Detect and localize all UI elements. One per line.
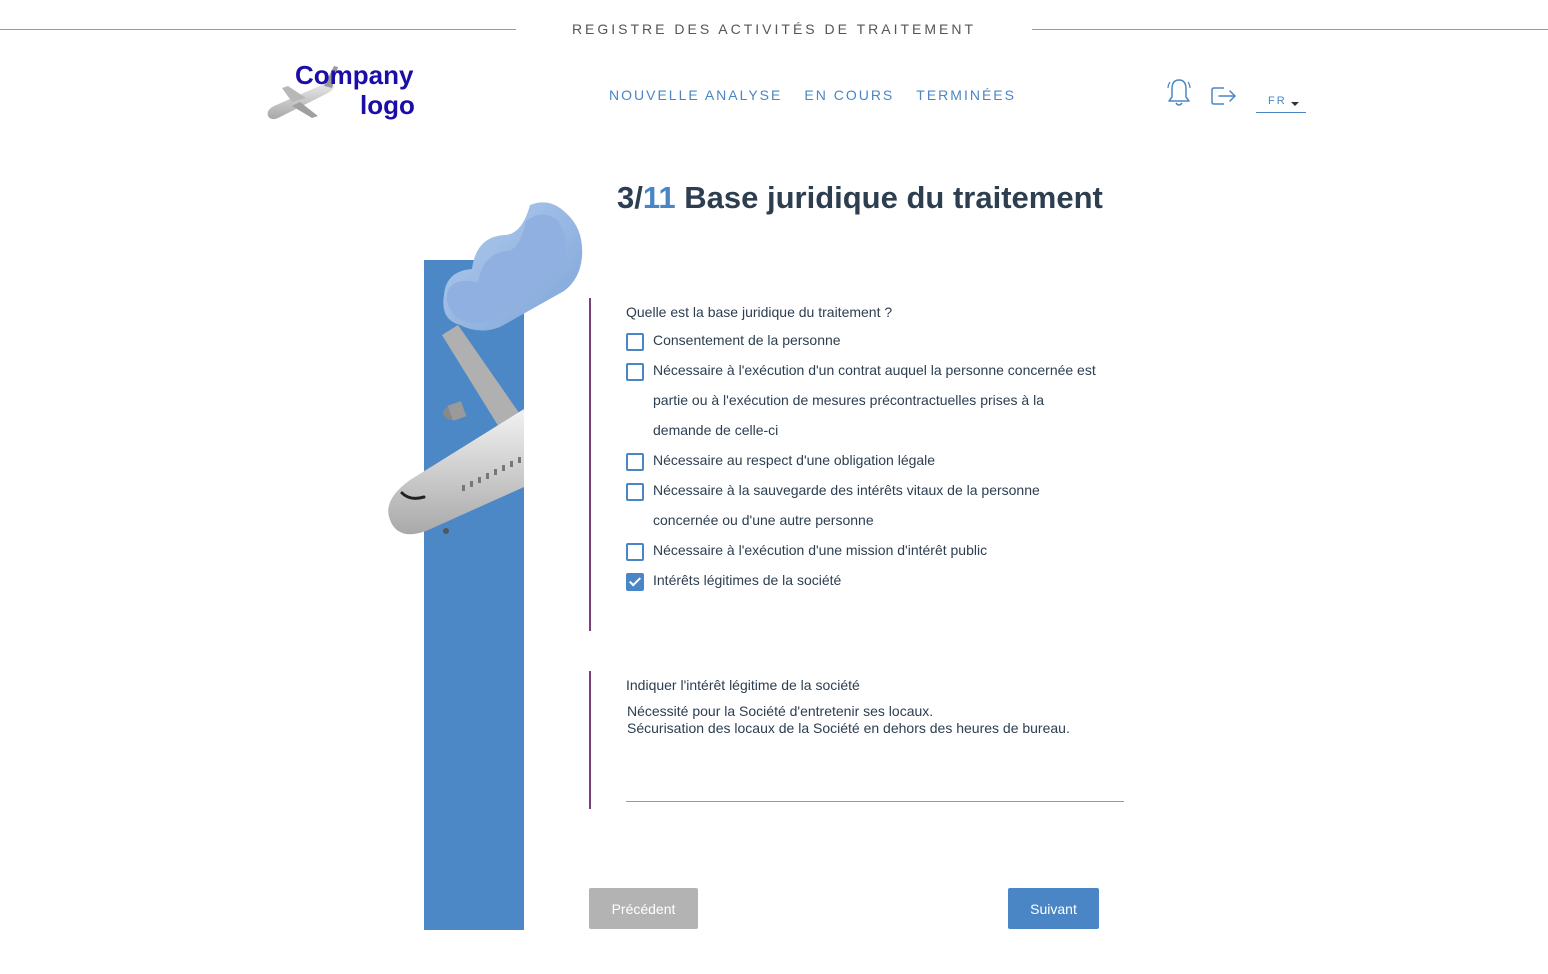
app-title: REGISTRE DES ACTIVITÉS DE TRAITEMENT [571, 21, 977, 37]
header-divider-right [1032, 29, 1548, 30]
language-value: FR [1268, 95, 1287, 107]
main-nav: NOUVELLE ANALYSE EN COURS TERMINÉES [609, 87, 1016, 103]
textarea-underline [626, 801, 1124, 802]
airplane-cloud-illustration [388, 202, 583, 930]
logo-text-line2: logo [360, 90, 415, 120]
option-interets-vitaux[interactable]: Nécessaire à la sauvegarde des intérêts … [626, 480, 1106, 535]
option-consentement[interactable]: Consentement de la personne [626, 330, 1106, 355]
chevron-down-icon [1291, 102, 1299, 106]
nav-terminees[interactable]: TERMINÉES [916, 87, 1016, 103]
step-total: 11 [642, 180, 676, 215]
option-interets-legitimes[interactable]: Intérêts légitimes de la société [626, 570, 1106, 595]
option-label: Nécessaire à l'exécution d'un contrat au… [653, 362, 1096, 438]
question1-label: Quelle est la base juridique du traiteme… [626, 304, 893, 320]
option-label: Intérêts légitimes de la société [653, 572, 842, 588]
option-obligation-legale[interactable]: Nécessaire au respect d'une obligation l… [626, 450, 1106, 475]
previous-button[interactable]: Précédent [589, 888, 698, 929]
legal-basis-options: Consentement de la personne Nécessaire à… [626, 330, 1106, 600]
question2-label: Indiquer l'intérêt légitime de la sociét… [626, 677, 860, 693]
option-mission-interet-public[interactable]: Nécessaire à l'exécution d'une mission d… [626, 540, 1106, 565]
option-contrat[interactable]: Nécessaire à l'exécution d'un contrat au… [626, 360, 1106, 445]
option-label: Nécessaire à l'exécution d'une mission d… [653, 542, 988, 558]
language-selector[interactable]: FR [1256, 92, 1306, 113]
bell-icon[interactable] [1166, 76, 1192, 108]
company-logo[interactable]: Company logo [262, 58, 432, 128]
option-label: Nécessaire au respect d'une obligation l… [653, 452, 936, 468]
section-bar-question2 [589, 671, 591, 809]
section-bar-question1 [589, 298, 591, 631]
logo-text-line1: Company [295, 60, 414, 90]
header-divider-left [0, 29, 516, 30]
option-label: Nécessaire à la sauvegarde des intérêts … [653, 482, 1040, 528]
next-button[interactable]: Suivant [1008, 888, 1099, 929]
checkbox[interactable] [626, 453, 644, 471]
checkbox[interactable] [626, 363, 644, 381]
logout-icon[interactable] [1210, 84, 1238, 108]
checkbox[interactable] [626, 543, 644, 561]
checkbox-checked[interactable] [626, 573, 644, 591]
checkbox[interactable] [626, 333, 644, 351]
checkbox[interactable] [626, 483, 644, 501]
page-title: 3/11 Base juridique du traitement [617, 180, 1103, 216]
nav-nouvelle-analyse[interactable]: NOUVELLE ANALYSE [609, 87, 782, 103]
option-label: Consentement de la personne [653, 332, 841, 348]
step-current: 3/ [617, 180, 643, 215]
step-title: Base juridique du traitement [675, 180, 1103, 215]
legitimate-interest-textarea[interactable]: Nécessité pour la Société d'entretenir s… [627, 703, 1124, 737]
nav-en-cours[interactable]: EN COURS [804, 87, 894, 103]
